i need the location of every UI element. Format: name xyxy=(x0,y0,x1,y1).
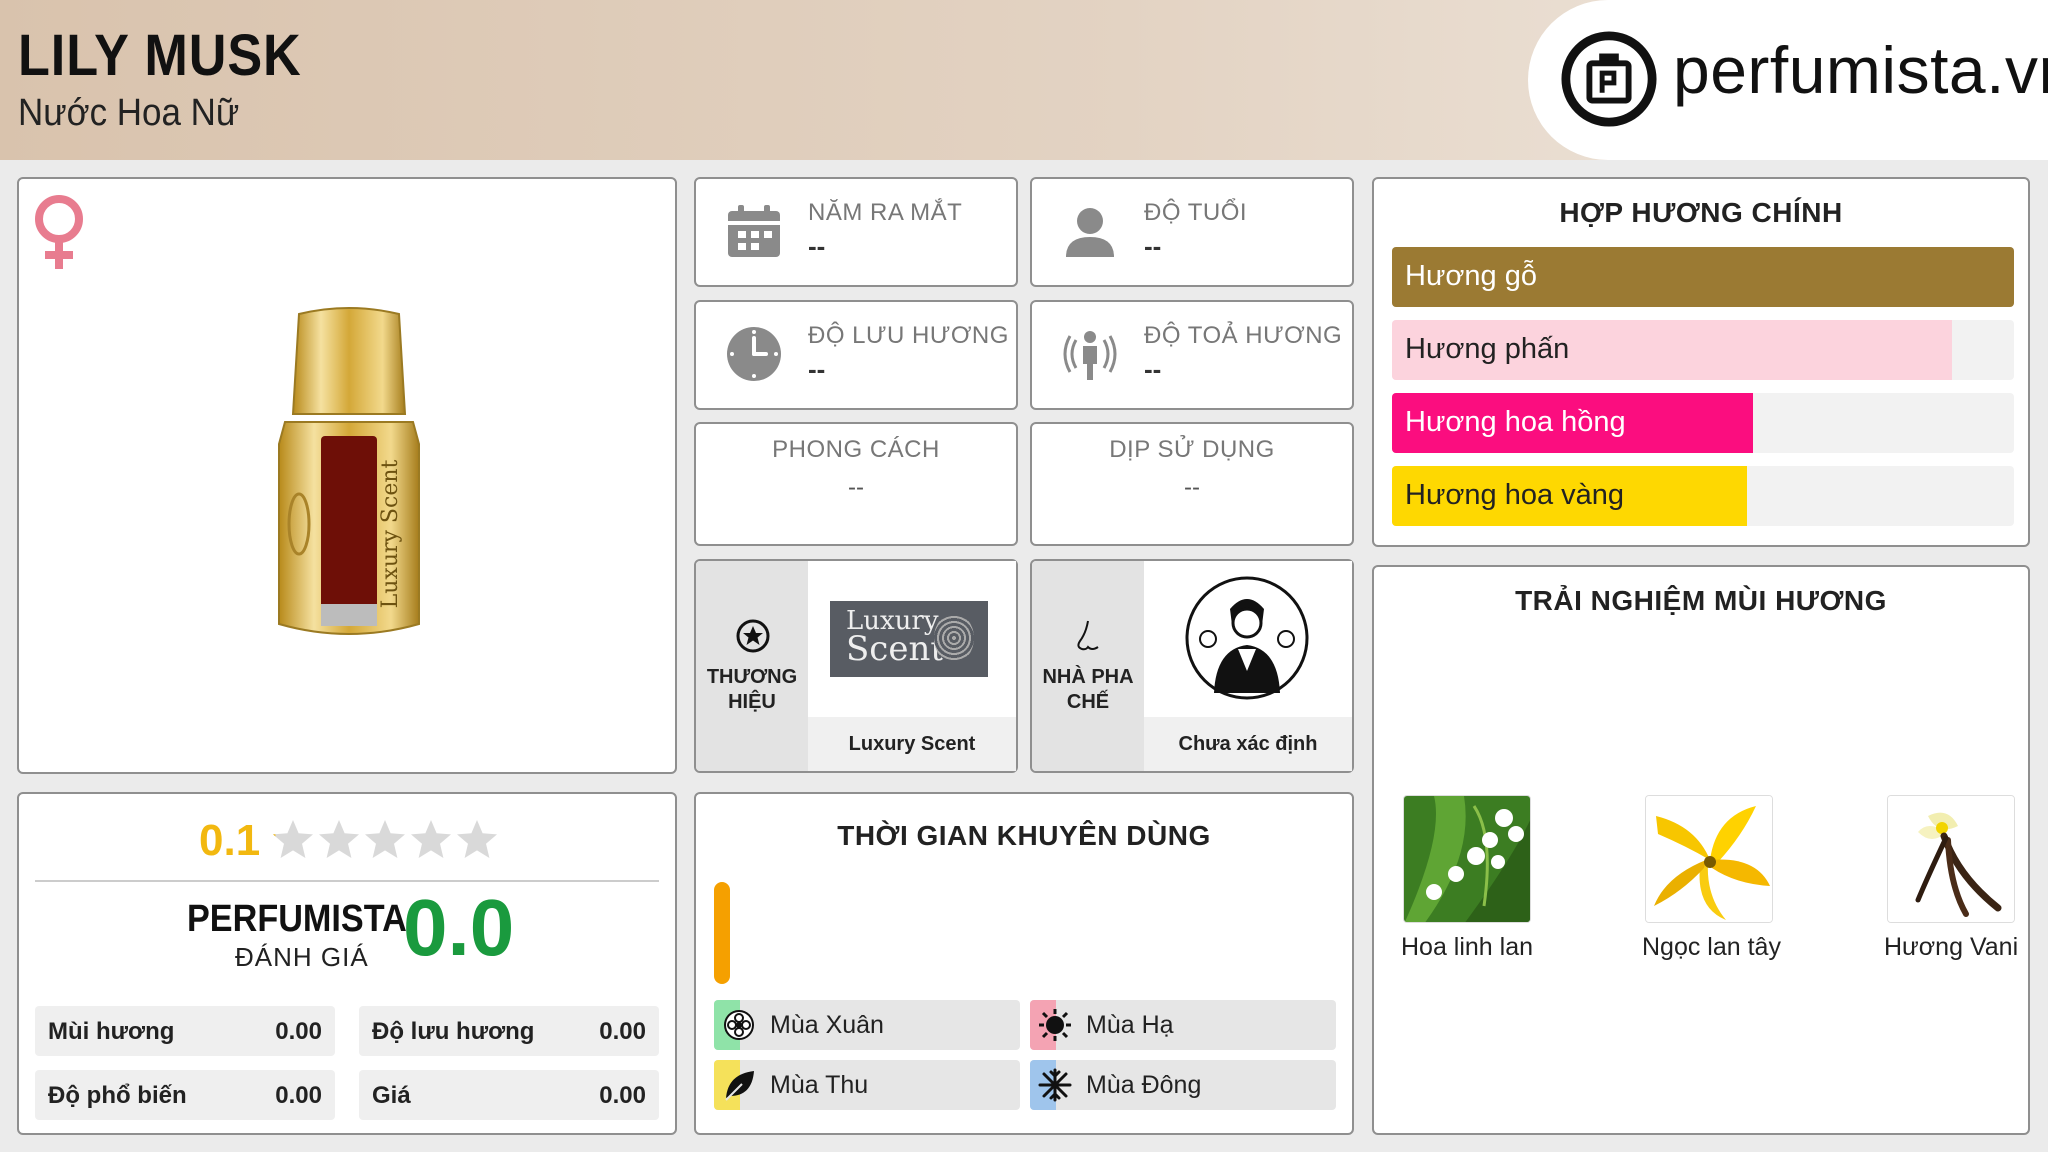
age-cell: ĐỘ TUỔI -- xyxy=(1030,177,1354,287)
page-subtitle: Nước Hoa Nữ xyxy=(18,92,240,134)
flower-icon xyxy=(724,1010,754,1040)
brand-label-line1: THƯƠNG xyxy=(706,666,798,688)
stat-popularity: Độ phổ biến 0.00 xyxy=(35,1070,335,1120)
age-value: -- xyxy=(1144,231,1162,261)
accord-bar: Hương hoa vàng xyxy=(1392,466,2014,526)
logo-text: perfumista.vn xyxy=(1673,33,2048,107)
launch-year-label: NĂM RA MẮT xyxy=(808,199,963,226)
longevity-value: -- xyxy=(808,354,826,384)
perfumista-score: 0.0 xyxy=(403,883,515,972)
divider xyxy=(35,880,659,882)
sillage-person-icon xyxy=(1063,331,1117,380)
note-name: Ngọc lan tây xyxy=(1642,933,1781,961)
bottle-label: Luxury Scent xyxy=(378,459,403,608)
brand-logo[interactable]: perfumista.vn xyxy=(1528,0,2048,160)
clock-icon xyxy=(727,327,781,381)
review-label: ĐÁNH GIÁ xyxy=(235,942,369,972)
accord-label: Hương hoa hồng xyxy=(1405,406,1626,438)
nose-icon xyxy=(1077,620,1099,651)
perfumista-label: PERFUMISTA xyxy=(187,898,407,940)
community-score: 0.1 xyxy=(199,816,261,865)
usage-title: THỜI GIAN KHUYÊN DÙNG xyxy=(837,820,1211,851)
main-accords-panel: HỢP HƯƠNG CHÍNH Hương gỗ Hương phấn Hương … xyxy=(1372,177,2030,547)
launch-year-value: -- xyxy=(808,231,826,261)
brand-logo-image: Luxury Scent xyxy=(808,561,1016,717)
star-icon xyxy=(273,820,313,858)
perfume-bottle-logo-icon xyxy=(1561,31,1657,127)
accord-bar: Hương hoa hồng xyxy=(1392,393,2014,453)
star-rating xyxy=(271,818,511,862)
calendar-icon xyxy=(728,205,780,257)
star-badge-icon xyxy=(736,619,770,653)
star-icon xyxy=(319,820,359,858)
age-label: ĐỘ TUỔI xyxy=(1144,199,1248,226)
perfumer-avatar-icon xyxy=(1185,576,1309,700)
launch-year-cell: NĂM RA MẮT -- xyxy=(694,177,1018,287)
perfume-bottle-image: Luxury Scent xyxy=(278,307,420,635)
star-icon xyxy=(365,820,405,858)
vanilla-image xyxy=(1887,795,2015,923)
accord-label: Hương hoa vàng xyxy=(1405,479,1625,511)
stat-longevity: Độ lưu hương 0.00 xyxy=(359,1006,659,1056)
stat-scent: Mùi hương 0.00 xyxy=(35,1006,335,1056)
person-icon xyxy=(1066,208,1114,257)
accord-bar: Hương gỗ xyxy=(1392,247,2014,307)
note-item[interactable]: Hoa linh lan xyxy=(1400,795,1534,962)
brand-tab: THƯƠNG HIỆU xyxy=(696,561,808,771)
female-symbol-icon xyxy=(35,195,83,269)
accord-label: Hương gỗ xyxy=(1405,260,1537,292)
sillage-value: -- xyxy=(1144,354,1162,384)
note-item[interactable]: Ngọc lan tây xyxy=(1642,795,1781,962)
perfumer-card[interactable]: NHÀ PHA CHẾ Chưa xác định xyxy=(1030,559,1354,773)
occasion-cell: DỊP SỬ DỤNG -- xyxy=(1030,422,1354,546)
ylang-ylang-image xyxy=(1645,795,1773,923)
season-spring: Mùa Xuân xyxy=(714,1000,1020,1050)
stat-price: Giá 0.00 xyxy=(359,1070,659,1120)
style-label: PHONG CÁCH xyxy=(772,436,940,463)
product-panel: Luxury Scent xyxy=(17,177,677,774)
accord-label: Hương phấn xyxy=(1405,333,1570,365)
longevity-cell: ĐỘ LƯU HƯƠNG -- xyxy=(694,300,1018,410)
notes-title: TRẢI NGHIỆM MÙI HƯƠNG xyxy=(1515,585,1887,616)
perfumer-label-line2: CHẾ xyxy=(1066,691,1110,713)
perfumer-image xyxy=(1144,561,1352,717)
snowflake-icon xyxy=(1038,1068,1072,1102)
leaf-icon xyxy=(725,1071,754,1101)
perfumer-label-line1: NHÀ PHA xyxy=(1042,666,1134,688)
page-title: LILY MUSK xyxy=(18,23,302,88)
brand-name: Luxury Scent xyxy=(808,717,1016,771)
brand-card[interactable]: THƯƠNG HIỆU Luxury Scent Luxury Scent xyxy=(694,559,1018,773)
season-summer: Mùa Hạ xyxy=(1030,1000,1336,1050)
style-value: -- xyxy=(848,474,864,501)
sillage-label: ĐỘ TOẢ HƯƠNG xyxy=(1144,322,1343,349)
sun-icon xyxy=(1039,1009,1071,1041)
scent-notes-panel: TRẢI NGHIỆM MÙI HƯƠNG Hoa linh lan Ngọc … xyxy=(1372,565,2030,1135)
style-cell: PHONG CÁCH -- xyxy=(694,422,1018,546)
header: LILY MUSK Nước Hoa Nữ perfumista.vn xyxy=(0,0,2048,160)
perfumer-name: Chưa xác định xyxy=(1144,717,1352,771)
star-icon xyxy=(457,820,497,858)
note-item[interactable]: Hương Vani xyxy=(1884,795,2018,962)
longevity-label: ĐỘ LƯU HƯƠNG xyxy=(808,322,1009,349)
perfumer-tab: NHÀ PHA CHẾ xyxy=(1032,561,1144,771)
occasion-value: -- xyxy=(1184,474,1200,501)
occasion-label: DỊP SỬ DỤNG xyxy=(1109,436,1275,463)
lily-of-the-valley-image xyxy=(1403,795,1531,923)
accords-title: HỢP HƯƠNG CHÍNH xyxy=(1559,197,1843,228)
rating-panel: 0.1 PERFUMISTA ĐÁNH GIÁ 0.0 Mùi hương 0.… xyxy=(17,792,677,1135)
day-night-bar xyxy=(714,882,730,984)
star-icon xyxy=(411,820,451,858)
accord-bar: Hương phấn xyxy=(1392,320,2014,380)
season-autumn: Mùa Thu xyxy=(714,1060,1020,1110)
brand-label-line2: HIỆU xyxy=(728,691,776,713)
note-name: Hoa linh lan xyxy=(1400,933,1534,961)
usage-panel: THỜI GIAN KHUYÊN DÙNG Mùa Xuân Mùa Hạ Mù… xyxy=(694,792,1354,1135)
note-name: Hương Vani xyxy=(1884,933,2019,961)
sillage-cell: ĐỘ TOẢ HƯƠNG -- xyxy=(1030,300,1354,410)
season-winter: Mùa Đông xyxy=(1030,1060,1336,1110)
